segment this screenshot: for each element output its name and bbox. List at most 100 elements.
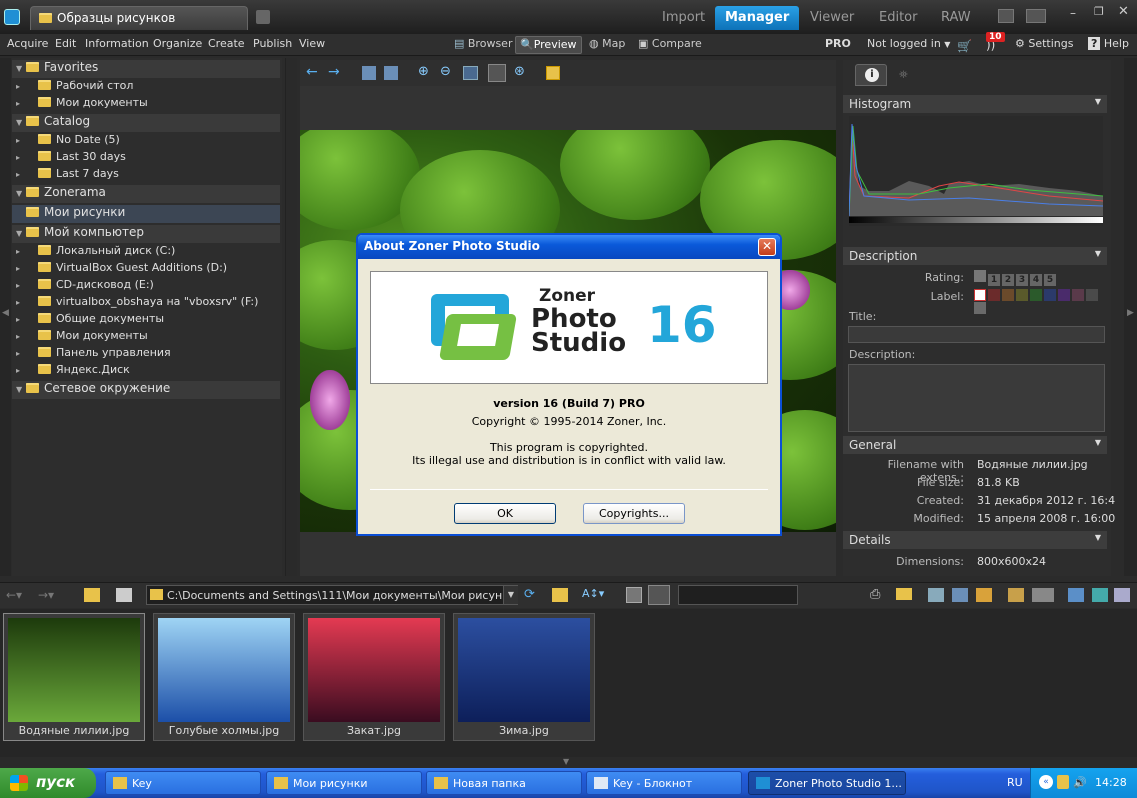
spacer[interactable]: ▸ [16,99,38,108]
back-arrow-icon[interactable]: ← [306,64,318,80]
email-icon[interactable] [896,588,912,600]
spacer[interactable]: ▸ [16,281,38,290]
tree-item[interactable]: Мои рисунки [12,205,280,223]
tree-item[interactable]: ▸ Мои документы [12,96,280,113]
actual-size-icon[interactable] [463,66,478,80]
login-dropdown[interactable]: Not logged in ▼ [867,37,950,50]
language-indicator[interactable]: RU [1007,776,1023,789]
color-label-swatch[interactable] [1058,289,1070,301]
expand-arrow-icon[interactable]: ▼ [16,385,26,394]
strip-collapse-bar[interactable]: ▼ [0,757,1137,768]
thumbnail-item[interactable]: Закат.jpg [303,613,445,741]
window-switch-icon[interactable] [998,9,1014,23]
menu-publish[interactable]: Publish [253,37,292,50]
mode-tab-import[interactable]: Import [652,6,715,30]
spacer[interactable]: ▸ [16,315,38,324]
zoom-out-icon[interactable]: ⊖ [440,64,451,79]
spacer[interactable]: ▸ [16,82,38,91]
folder-view-icon[interactable] [648,585,670,605]
tree-item[interactable]: ▼ Мой компьютер [12,225,280,243]
tree-item[interactable]: ▸ Панель управления [12,346,280,363]
menu-information[interactable]: Information [85,37,149,50]
archive-icon[interactable] [976,588,992,602]
copy-icon[interactable] [952,588,968,602]
cart-icon[interactable]: 🛒 [957,39,972,53]
mode-tab-raw[interactable]: RAW [931,6,981,30]
print-icon[interactable]: ⎙ [870,587,880,602]
color-label-swatch[interactable] [1044,289,1056,301]
rotate-right-icon[interactable] [384,66,398,80]
color-label-swatch[interactable] [988,289,1000,301]
spacer[interactable]: ▸ [16,153,38,162]
mode-tab-viewer[interactable]: Viewer [800,6,864,30]
rating-star[interactable]: 3 [1016,274,1028,286]
rating-star[interactable]: 5 [1044,274,1056,286]
maximize-icon[interactable]: ❐ [1094,5,1104,18]
taskbar-button[interactable]: Key [105,771,261,795]
publish-icon[interactable] [928,588,944,602]
menu-create[interactable]: Create [208,37,245,50]
app-icon[interactable] [4,9,20,25]
layout-icon[interactable] [1026,9,1046,23]
path-dropdown-button[interactable]: ▼ [503,586,518,604]
info-tab[interactable]: i [855,64,887,86]
edit-tab-icon[interactable] [256,10,270,24]
spacer[interactable]: ▸ [16,170,38,179]
mode-tab-manager[interactable]: Manager [715,6,800,30]
thumbnail-item[interactable]: Водяные лилии.jpg [3,613,145,741]
thumbnail-item[interactable]: Зима.jpg [453,613,595,741]
forward-arrow-icon[interactable]: →▾ [38,588,54,602]
dialog-close-button[interactable]: ✕ [758,238,776,256]
clock[interactable]: 14:28 [1095,776,1127,789]
mode-tab-editor[interactable]: Editor [869,6,927,30]
map-icon[interactable] [1092,588,1108,602]
tree-item[interactable]: ▸ Яндекс.Диск [12,363,280,380]
taskbar-button[interactable]: Новая папка [426,771,582,795]
settings-button[interactable]: ⚙ Settings [1015,37,1073,50]
view-map-button[interactable]: ◍ Map [585,36,629,54]
menu-organize[interactable]: Organize [153,37,202,50]
edit-icon[interactable] [1068,588,1084,602]
left-collapse-strip[interactable]: ◀ [0,58,11,576]
histogram-header[interactable]: Histogram ▼ [843,95,1107,113]
new-folder-icon[interactable] [552,588,568,602]
description-header[interactable]: Description ▼ [843,247,1107,265]
color-label-swatch[interactable] [974,289,986,301]
color-label-swatch[interactable] [1086,289,1098,301]
spacer[interactable]: ▸ [16,247,38,256]
options-icon[interactable] [1114,588,1130,602]
general-header[interactable]: General ▼ [843,436,1107,454]
expand-arrow-icon[interactable]: ▼ [16,189,26,198]
rating-star[interactable]: 2 [1002,274,1014,286]
tree-item[interactable]: ▸ VirtualBox Guest Additions (D:) [12,261,280,278]
tree-scrollbar[interactable] [285,58,297,576]
spacer[interactable]: ▸ [16,349,38,358]
forward-arrow-icon[interactable]: → [328,64,340,80]
fit-window-icon[interactable] [488,64,506,82]
color-label-swatch[interactable] [1072,289,1084,301]
start-button[interactable]: пуск [0,768,96,798]
sort-icon[interactable]: A↕▾ [582,587,604,600]
export-icon[interactable] [1032,588,1054,602]
refresh-icon[interactable]: ⟳ [524,587,535,602]
search-input[interactable] [678,585,798,605]
view-browser-button[interactable]: ▤ Browser [450,36,516,54]
rating-star[interactable]: 4 [1030,274,1042,286]
color-labels[interactable] [974,289,1111,315]
tree-item[interactable]: ▸ Last 7 days [12,167,280,184]
color-label-swatch[interactable] [1016,289,1028,301]
tree-item[interactable]: ▸ Локальный диск (C:) [12,244,280,261]
taskbar-button[interactable]: Мои рисунки [266,771,422,795]
tree-item[interactable]: ▼ Favorites [12,60,280,78]
copyrights-button[interactable]: Copyrights... [583,503,685,524]
tree-item[interactable]: ▼ Zonerama [12,185,280,203]
rotate-left-icon[interactable] [362,66,376,80]
tree-item[interactable]: ▸ Рабочий стол [12,79,280,96]
rating-star[interactable]: 1 [988,274,1000,286]
tree-item[interactable]: ▸ CD-дисковод (E:) [12,278,280,295]
view-compare-button[interactable]: ▣ Compare [634,36,706,54]
taskbar-button[interactable]: Zoner Photo Studio 1... [748,771,906,795]
ok-button[interactable]: OK [454,503,556,524]
title-field[interactable] [848,326,1105,343]
expand-arrow-icon[interactable]: ▼ [16,229,26,238]
